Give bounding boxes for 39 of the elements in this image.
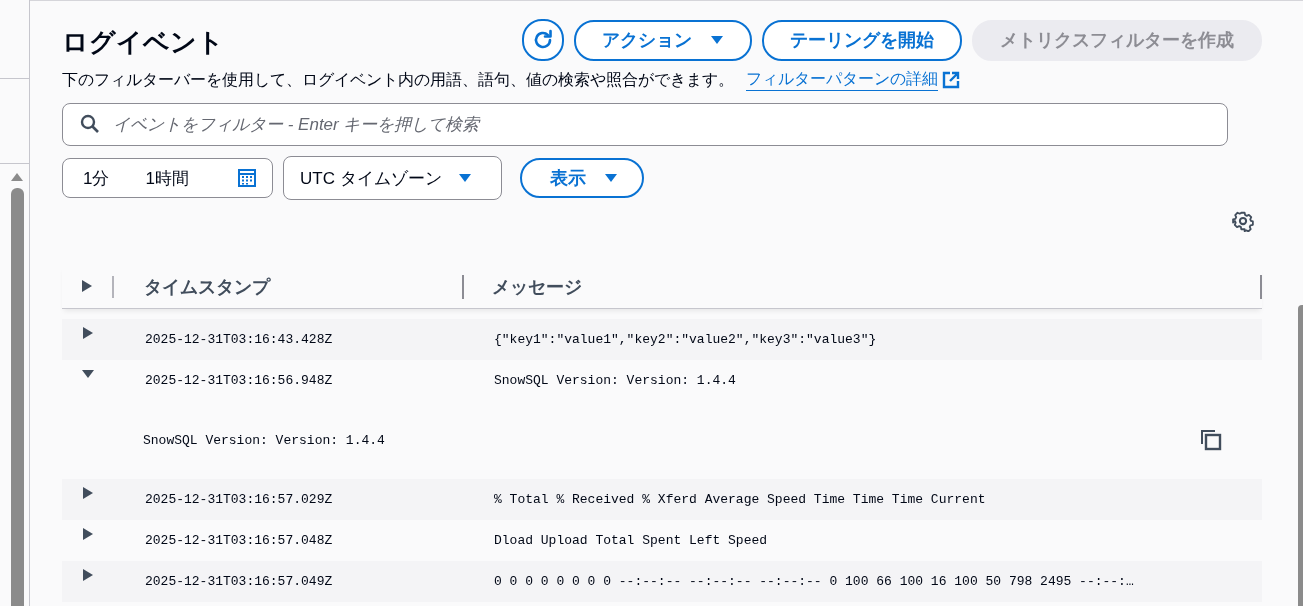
timestamp-cell-text: 2025-12-31T03:16:57.048Z [144,533,334,548]
message-cell-text: 0 0 0 0 0 0 0 0 --:--:-- --:--:-- --:--:-- 0 100 66 100 16 100 50 798 2495 --:--:… [493,574,1134,589]
display-dropdown[interactable]: 表示 [520,158,644,198]
timestamp-cell-text: 2025-12-31T03:16:57.029Z [144,492,334,507]
settings-icon[interactable] [1232,210,1254,232]
timestamp-cell-text: 2025-12-31T03:16:57.049Z [144,574,334,589]
copy-icon[interactable] [1200,429,1222,451]
filter-pattern-link[interactable]: フィルターパターンの詳細 [746,69,938,91]
expand-caret-icon[interactable] [81,567,95,582]
search-icon [80,114,100,134]
message-cell-text: SnowSQL Version: Version: 1.4.4 [493,373,736,388]
start-tailing-button[interactable]: テーリングを開始 [762,19,962,61]
timestamp-cell-text: 2025-12-31T03:16:43.428Z [144,332,334,347]
refresh-button[interactable] [522,19,564,61]
message-detail: SnowSQL Version: Version: 1.4.4 [143,432,386,448]
timestamp-cell-text: 2025-12-31T03:16:56.948Z [144,373,334,388]
expand-caret-icon[interactable] [81,485,95,500]
caret-icon [710,35,724,45]
column-header[interactable]: タイムスタンプ [114,275,464,299]
scrollbar-thumb[interactable] [1298,305,1303,606]
description-text: 下のフィルターバーを使用して、ログイベント内の用語、語句、値の検索や照合ができます。 [62,69,734,90]
expand-caret-icon[interactable] [81,325,95,340]
message-cell-text: Dload Upload Total Spent Left Speed [493,533,768,548]
scrollbar-thumb[interactable] [10,188,24,606]
message-cell-text: {"key1":"value1","key2":"value2","key3":"value3"} [493,332,877,347]
message-cell-text: % Total % Received % Xferd Average Speed Time Time Time Current [493,492,986,507]
expand-caret-icon[interactable] [81,526,95,541]
caret-icon [457,173,472,183]
time-range-selector[interactable]: 1分 1時間 [62,158,273,198]
external-link-icon[interactable] [942,71,960,89]
scroll-up-arrow-icon[interactable] [10,172,24,182]
column-header[interactable]: メッセージ [464,275,1262,299]
actions-dropdown[interactable]: アクション [574,19,752,61]
timezone-dropdown[interactable]: UTC タイムゾーン [283,156,502,200]
caret-icon [604,173,618,183]
expand-all-caret-icon[interactable] [80,279,94,293]
filter-search-field[interactable]: イベントをフィルター - Enter キーを押して検索 [62,103,1228,146]
page-title: ログイベント [62,25,225,59]
calendar-icon [238,169,256,187]
